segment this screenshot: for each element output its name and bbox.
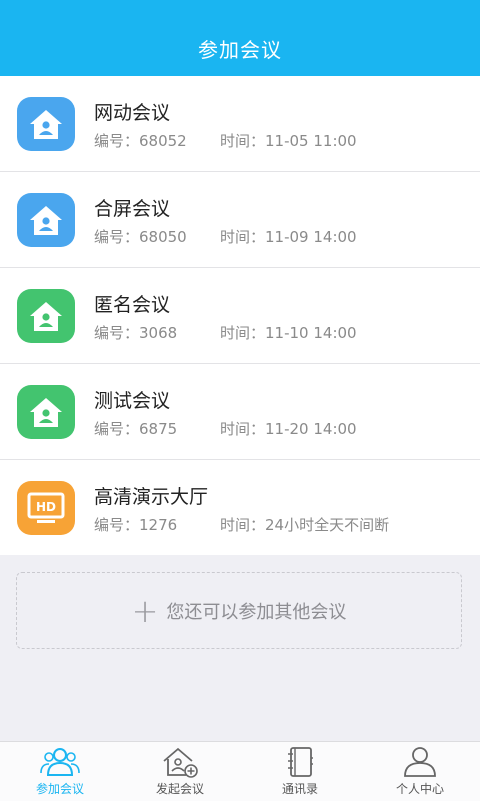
meeting-id: 编号：68052 — [94, 132, 187, 150]
join-other-meeting-label: 您还可以参加其他会议 — [166, 601, 347, 623]
meeting-row[interactable]: 匿名会议 编号：3068 时间：11-10 14:00 — [0, 268, 480, 364]
house-icon — [17, 385, 75, 439]
tab-label: 发起会议 — [155, 782, 204, 796]
tab-start-meeting[interactable]: 发起会议 — [120, 742, 240, 801]
join-other-meeting-button[interactable]: + 您还可以参加其他会议 — [16, 572, 462, 649]
meeting-name: 匿名会议 — [94, 294, 171, 316]
page-title: 参加会议 — [198, 37, 282, 62]
meeting-row[interactable]: 网动会议 编号：68052 时间：11-05 11:00 — [0, 76, 480, 172]
meeting-time: 时间：11-20 14:00 — [220, 420, 357, 438]
tab-contacts[interactable]: 通讯录 — [240, 742, 360, 801]
meeting-row[interactable]: HD 高清演示大厅 编号：1276 时间：24小时全天不间断 — [0, 460, 480, 555]
tab-profile[interactable]: 个人中心 — [360, 742, 480, 801]
meeting-time: 时间：24小时全天不间断 — [220, 516, 390, 534]
meeting-id: 编号：68050 — [94, 228, 187, 246]
house-add-icon — [163, 747, 198, 778]
meeting-time: 时间：11-10 14:00 — [220, 324, 357, 342]
meeting-name: 测试会议 — [94, 390, 171, 412]
meeting-id: 编号：1276 — [94, 516, 178, 534]
hd-monitor-icon: HD — [17, 481, 75, 535]
meeting-name: 合屏会议 — [94, 198, 171, 220]
meeting-row[interactable]: 合屏会议 编号：68050 时间：11-09 14:00 — [0, 172, 480, 268]
tab-label: 参加会议 — [35, 782, 84, 796]
house-icon — [17, 97, 75, 151]
meeting-id: 编号：3068 — [94, 324, 178, 342]
meeting-id: 编号：6875 — [94, 420, 178, 438]
people-icon — [40, 748, 80, 776]
meeting-time: 时间：11-09 14:00 — [220, 228, 357, 246]
house-icon — [17, 193, 75, 247]
tab-label: 通讯录 — [281, 782, 318, 796]
meeting-name: 高清演示大厅 — [94, 486, 209, 508]
svg-text:HD: HD — [36, 500, 56, 514]
tab-join-meeting[interactable]: 参加会议 — [0, 742, 120, 801]
meeting-list: 网动会议 编号：68052 时间：11-05 11:00 合屏会议 编号：680… — [0, 76, 480, 555]
address-book-icon — [288, 747, 313, 777]
plus-icon: + — [131, 591, 159, 630]
meeting-row[interactable]: 测试会议 编号：6875 时间：11-20 14:00 — [0, 364, 480, 460]
bottom-tab-bar: 参加会议 发起会议 通讯录 个人中心 — [0, 741, 480, 801]
meeting-time: 时间：11-05 11:00 — [220, 132, 357, 150]
house-icon — [17, 289, 75, 343]
tab-label: 个人中心 — [395, 782, 444, 796]
app-header: 参加会议 — [0, 0, 480, 76]
meeting-name: 网动会议 — [94, 102, 171, 124]
person-icon — [404, 747, 436, 777]
